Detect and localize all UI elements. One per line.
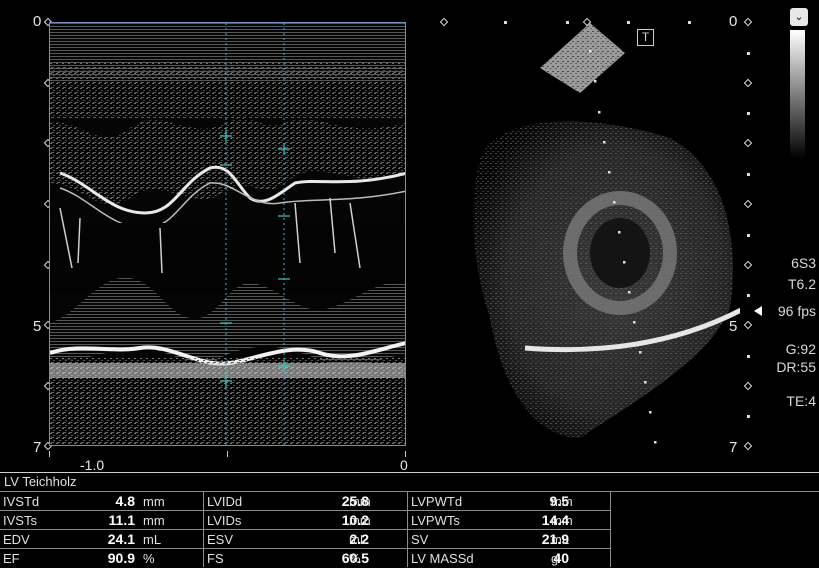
caret-left-icon — [754, 306, 762, 316]
sector-width-dot — [627, 21, 630, 24]
measurement-unit: mm — [551, 513, 573, 528]
measurement-label: EF — [3, 551, 20, 566]
sector-depth-dot — [747, 112, 750, 115]
measurement-value: 24.1 — [107, 531, 135, 547]
measurement-label: LVPWTd — [411, 494, 463, 509]
measurement-unit: mL — [349, 532, 368, 547]
measurement-unit: mm — [551, 494, 573, 509]
sector-depth-dot — [747, 415, 750, 418]
sector-depth-dot — [747, 294, 750, 297]
mmode-depth-0: 0 — [33, 13, 42, 30]
trace-icon[interactable]: T — [637, 29, 654, 46]
measurement-cell[interactable]: LVPWTd 9.5 mm — [408, 491, 611, 510]
sector-depth-marker — [743, 260, 753, 270]
dynamic-range-label: DR:55 — [776, 359, 816, 375]
sector-depth-dot — [747, 355, 750, 358]
preset-label: T6.2 — [787, 276, 816, 292]
measurement-label: ESV — [207, 532, 234, 547]
measurement-unit: mm — [143, 494, 165, 509]
sector-depth-0: 0 — [729, 13, 738, 30]
measurement-value: 4.8 — [115, 493, 135, 509]
sector-width-dot — [566, 21, 569, 24]
sector-depth-dot — [747, 234, 750, 237]
mmode-depth-5: 5 — [33, 318, 42, 335]
measurement-cell[interactable]: IVSTd 4.8 mm — [0, 491, 204, 510]
measurement-label: LVPWTs — [411, 513, 460, 528]
measurement-unit: mL — [551, 532, 570, 547]
measurement-value: 11.1 — [108, 512, 135, 528]
sector-width-dot — [688, 21, 691, 24]
measurement-cell[interactable]: LVIDd 25.8 mm — [204, 491, 408, 510]
measurement-unit: % — [143, 551, 155, 566]
sector-depth-marker — [743, 78, 753, 88]
mmode-depth-7: 7 — [33, 439, 42, 456]
sector-depth-marker — [743, 381, 753, 391]
te-label: TE:4 — [786, 393, 816, 409]
mmode-image[interactable] — [49, 22, 406, 446]
chevron-down-icon[interactable]: ⌄ — [790, 8, 808, 26]
sector-image[interactable] — [440, 18, 740, 458]
measurement-unit: g — [551, 551, 559, 566]
measurement-cell[interactable]: FS 60.5 % — [204, 548, 408, 567]
sector-depth-marker — [743, 441, 753, 451]
measurement-cell[interactable]: EF 90.9 % — [0, 548, 204, 567]
measurement-cell[interactable]: ESV 2.2 mL — [204, 529, 408, 548]
measurement-label: LV MASSd — [411, 551, 474, 566]
sector-width-dot — [504, 21, 507, 24]
mmode-time-start: -1.0 — [80, 457, 105, 473]
measurement-value: 90.9 — [107, 550, 135, 566]
measurement-label: IVSTs — [3, 513, 37, 528]
sector-depth-7: 7 — [729, 439, 738, 456]
measurement-unit: mm — [349, 513, 371, 528]
sector-depth-dot — [747, 52, 750, 55]
measurement-cell[interactable]: LVPWTs 14.4 mm — [408, 510, 611, 529]
sector-depth-marker — [743, 17, 753, 27]
table-empty-area — [611, 491, 819, 568]
measurement-cell[interactable]: IVSTs 11.1 mm — [0, 510, 204, 529]
measurement-unit: mm — [349, 494, 371, 509]
sector-depth-marker — [743, 320, 753, 330]
grayscale-bar-icon — [790, 30, 805, 158]
frame-rate: 96 fps — [777, 303, 816, 319]
measurement-table: LV Teichholz IVSTd 4.8 mm LVIDd 25.8 mm … — [0, 472, 819, 567]
measurement-cell[interactable]: LVIDs 10.2 mm — [204, 510, 408, 529]
mmode-time-end: 0 — [400, 457, 408, 473]
sector-depth-marker — [743, 199, 753, 209]
table-row: EDV 24.1 mL ESV 2.2 mL SV 21.9 mL — [0, 529, 611, 548]
sector-depth-dot — [747, 173, 750, 176]
mmode-trace — [50, 23, 405, 445]
measurement-label: SV — [411, 532, 429, 547]
measurement-label: IVSTd — [3, 494, 40, 509]
table-title: LV Teichholz — [4, 474, 77, 489]
measurement-label: EDV — [3, 532, 30, 547]
sector-depth-5: 5 — [729, 318, 738, 335]
measurement-label: FS — [207, 551, 224, 566]
table-row: EF 90.9 % FS 60.5 % LV MASSd 40 g — [0, 548, 611, 567]
table-row: IVSTs 11.1 mm LVIDs 10.2 mm LVPWTs 14.4 … — [0, 510, 611, 529]
measurement-unit: mL — [143, 532, 162, 547]
measurement-cell[interactable]: LV MASSd 40 g — [408, 548, 611, 567]
mmode-time-axis — [49, 451, 406, 457]
sector-depth-marker — [743, 138, 753, 148]
gain-label: G:92 — [785, 341, 816, 357]
measurement-cell[interactable]: SV 21.9 mL — [408, 529, 611, 548]
measurement-label: LVIDs — [207, 513, 242, 528]
measurement-label: LVIDd — [207, 494, 243, 509]
probe-label: 6S3 — [791, 255, 816, 271]
measurement-cell[interactable]: EDV 24.1 mL — [0, 529, 204, 548]
measurement-unit: mm — [143, 513, 165, 528]
table-row: IVSTd 4.8 mm LVIDd 25.8 mm LVPWTd 9.5 mm — [0, 491, 611, 510]
measurement-unit: % — [349, 551, 361, 566]
